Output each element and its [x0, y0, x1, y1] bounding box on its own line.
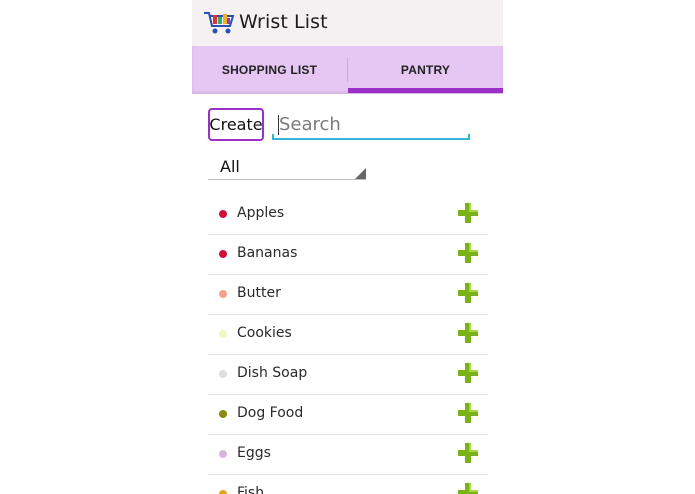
text-cursor	[278, 115, 279, 135]
tab-bar: SHOPPING LIST PANTRY	[192, 46, 503, 94]
selected-tab-indicator	[348, 88, 503, 93]
category-color-dot	[219, 490, 227, 494]
plus-icon[interactable]	[457, 362, 479, 384]
list-item[interactable]: Fish	[208, 475, 488, 494]
category-color-dot	[219, 410, 227, 418]
plus-icon[interactable]	[457, 242, 479, 264]
list-item[interactable]: Butter	[208, 275, 488, 315]
dropdown-arrow-icon	[355, 168, 366, 179]
category-color-dot	[219, 370, 227, 378]
item-name: Eggs	[237, 445, 271, 461]
list-item[interactable]: Dog Food	[208, 395, 488, 435]
app-title: Wrist List	[239, 11, 328, 33]
category-color-dot	[219, 250, 227, 258]
category-color-dot	[219, 330, 227, 338]
list-item[interactable]: Dish Soap	[208, 355, 488, 395]
app-screen: Wrist List SHOPPING LIST PANTRY Create A…	[192, 0, 503, 494]
tab-shopping-list[interactable]: SHOPPING LIST	[192, 46, 347, 94]
item-name: Cookies	[237, 325, 292, 341]
plus-icon[interactable]	[457, 322, 479, 344]
list-item[interactable]: Apples	[208, 195, 488, 235]
item-name: Fish	[237, 485, 265, 494]
category-color-dot	[219, 210, 227, 218]
category-color-dot	[219, 290, 227, 298]
item-name: Butter	[237, 285, 281, 301]
create-button[interactable]: Create	[208, 108, 264, 141]
search-underline	[272, 134, 470, 140]
search-field	[272, 112, 470, 140]
item-name: Dish Soap	[237, 365, 308, 381]
search-input[interactable]	[272, 112, 470, 136]
dropdown-underline	[208, 179, 366, 180]
category-filter-value: All	[220, 157, 240, 176]
list-item[interactable]: Cookies	[208, 315, 488, 355]
plus-icon[interactable]	[457, 282, 479, 304]
category-color-dot	[219, 450, 227, 458]
item-name: Dog Food	[237, 405, 304, 421]
category-filter-dropdown[interactable]: All	[208, 152, 366, 180]
app-bar: Wrist List	[192, 0, 503, 46]
shopping-cart-icon	[204, 12, 235, 34]
item-name: Bananas	[237, 245, 298, 261]
list-item[interactable]: Bananas	[208, 235, 488, 275]
pantry-item-list: Apples Bananas Butter Cookies Dish Soap Dog F…	[208, 195, 488, 494]
plus-icon[interactable]	[457, 442, 479, 464]
item-name: Apples	[237, 205, 285, 221]
plus-icon[interactable]	[457, 482, 479, 494]
tab-pantry[interactable]: PANTRY	[348, 46, 503, 94]
plus-icon[interactable]	[457, 402, 479, 424]
plus-icon[interactable]	[457, 202, 479, 224]
list-item[interactable]: Eggs	[208, 435, 488, 475]
